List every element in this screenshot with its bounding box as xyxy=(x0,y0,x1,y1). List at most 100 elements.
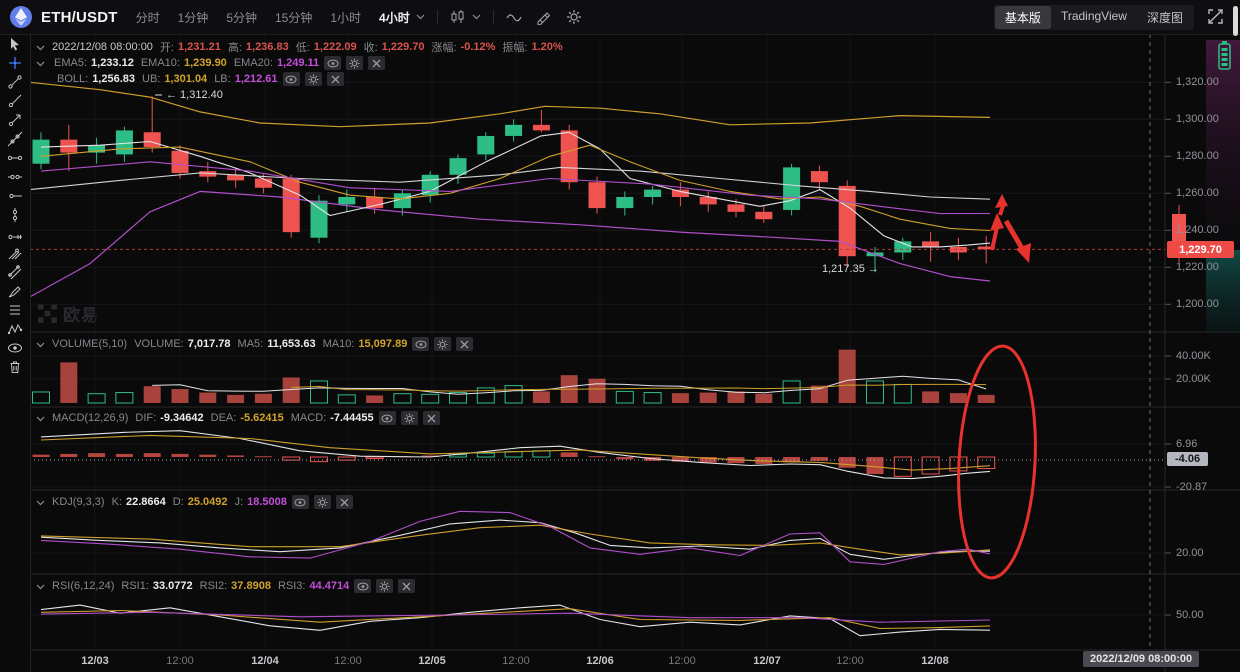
timeframe-tab-5分钟[interactable]: 5分钟 xyxy=(226,9,257,26)
horizontal-line-icon[interactable] xyxy=(0,148,30,167)
timeframe-tab-15分钟[interactable]: 15分钟 xyxy=(275,9,312,26)
close-icon[interactable] xyxy=(456,337,474,351)
measure-icon[interactable] xyxy=(0,224,30,243)
close-icon[interactable] xyxy=(368,56,386,70)
macd-histogram-bar xyxy=(977,456,996,469)
crosshair-icon[interactable] xyxy=(0,53,30,72)
horizontal-ray-icon[interactable] xyxy=(0,167,30,186)
candle-body xyxy=(310,200,328,238)
indicator-line xyxy=(40,131,991,248)
brush-icon[interactable] xyxy=(0,281,30,300)
candle-style-icon[interactable] xyxy=(450,9,466,25)
drawn-arrows-annotation[interactable] xyxy=(990,194,1031,263)
timeframe-tab-1小时[interactable]: 1小时 xyxy=(330,9,361,26)
close-icon[interactable] xyxy=(422,411,440,425)
eye-icon[interactable] xyxy=(0,338,30,357)
collapse-chevron-icon[interactable] xyxy=(36,415,45,422)
indicator-title: VOLUME(5,10) xyxy=(52,338,128,350)
gear-icon[interactable] xyxy=(304,72,322,86)
candle-body xyxy=(171,150,189,173)
macd-histogram-bar xyxy=(88,453,106,457)
field-value: 1,233.12 xyxy=(91,57,134,69)
collapse-chevron-icon[interactable] xyxy=(36,499,45,506)
eye-icon[interactable] xyxy=(324,56,342,70)
collapse-chevron-icon[interactable] xyxy=(36,44,45,51)
macd-histogram-bar xyxy=(365,456,384,460)
candle-body xyxy=(588,182,606,209)
collapse-chevron-icon[interactable] xyxy=(36,341,45,348)
chart-settings-gear-icon[interactable] xyxy=(566,9,582,25)
view-tab-深度图[interactable]: 深度图 xyxy=(1137,6,1193,29)
close-icon[interactable] xyxy=(326,72,344,86)
gear-icon[interactable] xyxy=(346,56,364,70)
eye-icon[interactable] xyxy=(378,411,396,425)
volume-bar xyxy=(282,377,300,403)
line-chart-icon[interactable] xyxy=(506,12,522,22)
current-price-badge: 1,229.70 xyxy=(1167,241,1234,258)
draw-tool-icon[interactable] xyxy=(536,9,552,25)
candle-body xyxy=(977,246,995,250)
price-axis-label: 1,200.00 xyxy=(1176,298,1219,311)
vertical-line-icon[interactable] xyxy=(0,205,30,224)
eye-icon[interactable] xyxy=(282,72,300,86)
macd-histogram-bar xyxy=(644,457,662,461)
trash-icon[interactable] xyxy=(0,357,30,376)
price-axis-label: 1,260.00 xyxy=(1176,187,1219,200)
extended-line-icon[interactable] xyxy=(0,129,30,148)
collapse-chevron-icon[interactable] xyxy=(36,583,45,590)
fullscreen-expand-icon[interactable] xyxy=(1207,8,1224,30)
high-price-annotation[interactable]: ← 1,312.40 xyxy=(166,89,223,101)
gear-icon[interactable] xyxy=(400,411,418,425)
timeframe-tabs: 分时 1分钟 5分钟 15分钟 1小时 4小时 xyxy=(118,9,410,26)
interval-chevron-down-icon[interactable] xyxy=(416,14,425,20)
field-value: 1,249.11 xyxy=(276,57,320,69)
ray-line-icon[interactable] xyxy=(0,91,30,110)
timeframe-tab-4小时[interactable]: 4小时 xyxy=(379,9,410,26)
cursor-icon[interactable] xyxy=(0,34,30,53)
macd-histogram-bar xyxy=(504,451,523,458)
volume-bar xyxy=(671,393,689,403)
gear-icon[interactable] xyxy=(376,579,394,593)
collapse-chevron-icon[interactable] xyxy=(36,60,45,67)
eye-icon[interactable] xyxy=(412,337,430,351)
eye-icon[interactable] xyxy=(354,579,372,593)
candle-style-chevron-down-icon[interactable] xyxy=(472,14,481,20)
volume-bar xyxy=(87,393,106,404)
indicator-line xyxy=(40,434,991,471)
gear-icon[interactable] xyxy=(434,337,452,351)
scrollbar-thumb[interactable] xyxy=(1233,6,1238,36)
close-icon[interactable] xyxy=(398,579,416,593)
volume-bar xyxy=(60,362,78,403)
parallel-channel-icon[interactable] xyxy=(0,262,30,281)
view-tab-TradingView[interactable]: TradingView xyxy=(1051,6,1137,29)
header-text: 2022/12/08 08:00:00 xyxy=(52,41,153,53)
macd-histogram-bar xyxy=(532,450,551,458)
trend-line-icon[interactable] xyxy=(0,72,30,91)
field-value: 1,222.09 xyxy=(313,41,357,53)
close-icon[interactable] xyxy=(335,495,353,509)
field-label: D: xyxy=(172,496,184,508)
timeframe-tab-1分钟[interactable]: 1分钟 xyxy=(178,9,209,26)
price-line-icon[interactable] xyxy=(0,186,30,205)
drawn-ellipse-annotation[interactable] xyxy=(953,344,1041,580)
pattern-icon[interactable] xyxy=(0,319,30,338)
macd-histogram-bar xyxy=(476,452,495,458)
fib-lines-icon[interactable] xyxy=(0,300,30,319)
candle-body xyxy=(616,197,634,209)
view-tab-基本版[interactable]: 基本版 xyxy=(994,6,1051,29)
low-price-annotation[interactable]: 1,217.35 → xyxy=(822,263,879,275)
eye-icon[interactable] xyxy=(291,495,309,509)
arrow-line-icon[interactable] xyxy=(0,110,30,129)
pitchfork-icon[interactable] xyxy=(0,243,30,262)
timeframe-tab-分时[interactable]: 分时 xyxy=(136,9,160,26)
indicator-title: KDJ(9,3,3) xyxy=(52,496,105,508)
volume-bar xyxy=(476,387,495,404)
volume-bar xyxy=(615,390,634,404)
volume-bar xyxy=(949,393,967,403)
candle-body xyxy=(32,139,50,164)
candle-body xyxy=(505,124,523,136)
candle-body xyxy=(227,174,245,181)
macd-histogram-bar xyxy=(699,457,717,463)
time-axis-label: 12/08 xyxy=(921,655,949,667)
gear-icon[interactable] xyxy=(313,495,331,509)
